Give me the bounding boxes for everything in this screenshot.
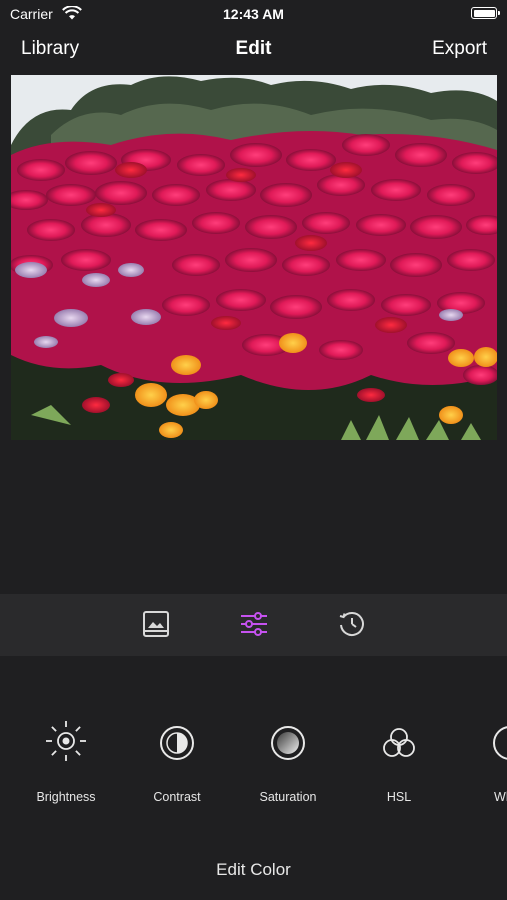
hsl-icon: [383, 728, 415, 757]
saturation-label: Saturation: [259, 790, 317, 804]
white-balance-tool[interactable]: White: [460, 718, 507, 804]
status-bar: Carrier 12:43 AM: [0, 0, 507, 30]
contrast-icon: [160, 726, 194, 760]
photo-icon[interactable]: [140, 608, 172, 640]
brightness-label: Brightness: [36, 790, 96, 804]
white-balance-label: White: [494, 790, 507, 804]
saturation-tool[interactable]: Saturation: [238, 718, 338, 804]
brightness-tool[interactable]: Brightness: [16, 718, 116, 804]
white-balance-icon: [493, 726, 507, 760]
adjustment-strip: Brightness Contrast Saturation HSL W: [0, 718, 507, 808]
photo-preview[interactable]: [11, 75, 497, 440]
history-icon[interactable]: [336, 608, 368, 640]
status-time: 12:43 AM: [223, 6, 284, 22]
nav-bar: Library Edit Export: [0, 30, 507, 70]
library-button[interactable]: Library: [21, 38, 79, 60]
hsl-tool[interactable]: HSL: [349, 718, 449, 804]
battery-icon: [471, 7, 500, 19]
edit-color-label: Edit Color: [216, 860, 291, 879]
saturation-icon: [271, 726, 305, 760]
sun-icon: [46, 721, 86, 761]
contrast-tool[interactable]: Contrast: [127, 718, 227, 804]
hsl-label: HSL: [386, 790, 412, 804]
flower-photo: [11, 75, 497, 440]
sliders-icon[interactable]: [238, 608, 270, 640]
export-button[interactable]: Export: [432, 38, 487, 60]
contrast-label: Contrast: [153, 790, 201, 804]
editor-toolbar: [0, 594, 507, 656]
